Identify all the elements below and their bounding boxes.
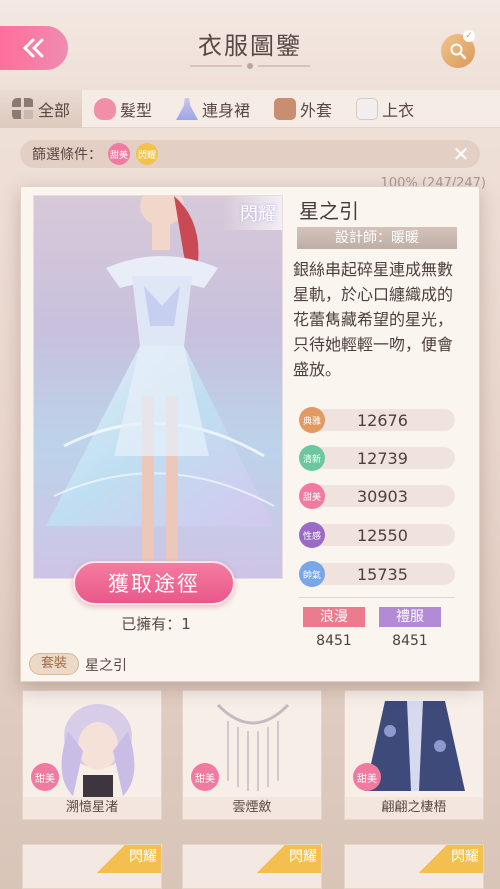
designer-label: 設計師：暖暖 xyxy=(297,227,457,249)
attr-badge: 甜美 xyxy=(191,763,219,791)
filter-bar: 篩選條件： 甜美 閃耀 ✕ xyxy=(20,140,480,168)
dress-icon xyxy=(176,98,199,120)
theme-value: 8451 xyxy=(392,633,428,649)
attr-badge: 甜美 xyxy=(31,763,59,791)
stat-row: 性感 12550 xyxy=(299,522,455,548)
stat-row: 清新 12739 xyxy=(299,445,455,471)
outfit-preview: 閃耀 xyxy=(33,195,283,579)
filter-chip-shine[interactable]: 閃耀 xyxy=(136,143,158,165)
tab-label: 髮型 xyxy=(120,101,153,120)
stat-value: 15735 xyxy=(357,565,408,584)
theme-value: 8451 xyxy=(316,633,352,649)
tab-label: 外套 xyxy=(300,101,333,120)
stat-value: 12676 xyxy=(357,411,408,430)
shine-tag: 閃耀 xyxy=(222,196,282,230)
stat-row: 帥氣 15735 xyxy=(299,561,455,587)
item-card[interactable]: 閃耀 xyxy=(182,844,322,889)
dress-preview-image xyxy=(46,196,275,578)
set-name[interactable]: 星之引 xyxy=(85,655,127,675)
stat-icon: 清新 xyxy=(299,445,325,471)
tab-top[interactable]: 上衣 xyxy=(344,90,426,128)
check-icon: ✓ xyxy=(463,30,475,42)
stat-icon: 甜美 xyxy=(299,483,325,509)
item-card[interactable]: 閃耀 xyxy=(22,844,162,889)
stat-icon: 帥氣 xyxy=(299,561,325,587)
shine-ribbon: 閃耀 xyxy=(97,845,161,873)
item-name: 雲煙斂 xyxy=(183,797,321,819)
hair-icon xyxy=(94,98,117,120)
item-card[interactable]: 甜美 雲煙斂 xyxy=(182,690,322,820)
stat-icon: 性感 xyxy=(299,522,325,548)
tab-all[interactable]: 全部 xyxy=(0,90,83,128)
theme-tag: 浪漫 xyxy=(303,607,365,627)
title-ornament-icon xyxy=(190,63,310,69)
stat-value: 30903 xyxy=(357,487,408,506)
item-card[interactable]: 甜美 翩翩之棲梧 xyxy=(344,690,484,820)
item-card[interactable]: 甜美 溯憶星渚 xyxy=(22,690,162,820)
header-bar: 衣服圖鑒 ✓ xyxy=(0,0,500,92)
shirt-icon xyxy=(356,98,379,120)
tab-dress[interactable]: 連身裙 xyxy=(164,90,262,128)
theme-tag: 禮服 xyxy=(379,607,441,627)
shine-ribbon: 閃耀 xyxy=(419,845,483,873)
shine-ribbon: 閃耀 xyxy=(257,845,321,873)
stat-value: 12550 xyxy=(357,526,408,545)
owned-count: 已擁有：1 xyxy=(121,615,191,633)
item-title: 星之引 xyxy=(299,199,359,223)
tab-label: 連身裙 xyxy=(202,101,251,120)
divider xyxy=(299,597,455,598)
filter-label: 篩選條件： xyxy=(32,147,102,163)
coat-icon xyxy=(274,98,297,120)
page-title: 衣服圖鑒 xyxy=(198,32,302,60)
stat-row: 甜美 30903 xyxy=(299,483,455,509)
acquire-button[interactable]: 獲取途徑 xyxy=(73,561,235,605)
tab-label: 上衣 xyxy=(382,101,415,120)
stat-value: 12739 xyxy=(357,449,408,468)
tab-hair[interactable]: 髮型 xyxy=(82,90,164,128)
attr-badge: 甜美 xyxy=(353,763,381,791)
category-tabs: 全部 髮型 連身裙 外套 上衣 xyxy=(0,90,500,128)
tab-label: 全部 xyxy=(38,101,71,120)
grid-icon xyxy=(12,98,34,120)
item-name: 翩翩之棲梧 xyxy=(345,797,483,819)
filter-chip-sweet[interactable]: 甜美 xyxy=(108,143,130,165)
item-name: 溯憶星渚 xyxy=(23,797,161,819)
stat-icon: 典雅 xyxy=(299,407,325,433)
stat-row: 典雅 12676 xyxy=(299,407,455,433)
item-detail-card: 閃耀 獲取途徑 已擁有：1 星之引 設計師：暖暖 銀絲串起碎星連成無數星軌，於心… xyxy=(20,186,480,682)
item-description: 銀絲串起碎星連成無數星軌，於心口纏織成的花蕾雋藏希望的星光，只待她輕輕一吻，便會… xyxy=(293,260,454,379)
clear-filter-icon[interactable]: ✕ xyxy=(450,143,472,165)
search-icon xyxy=(450,43,467,60)
set-tag: 套裝 xyxy=(29,653,79,675)
item-card[interactable]: 閃耀 xyxy=(344,844,484,889)
tab-coat[interactable]: 外套 xyxy=(262,90,344,128)
